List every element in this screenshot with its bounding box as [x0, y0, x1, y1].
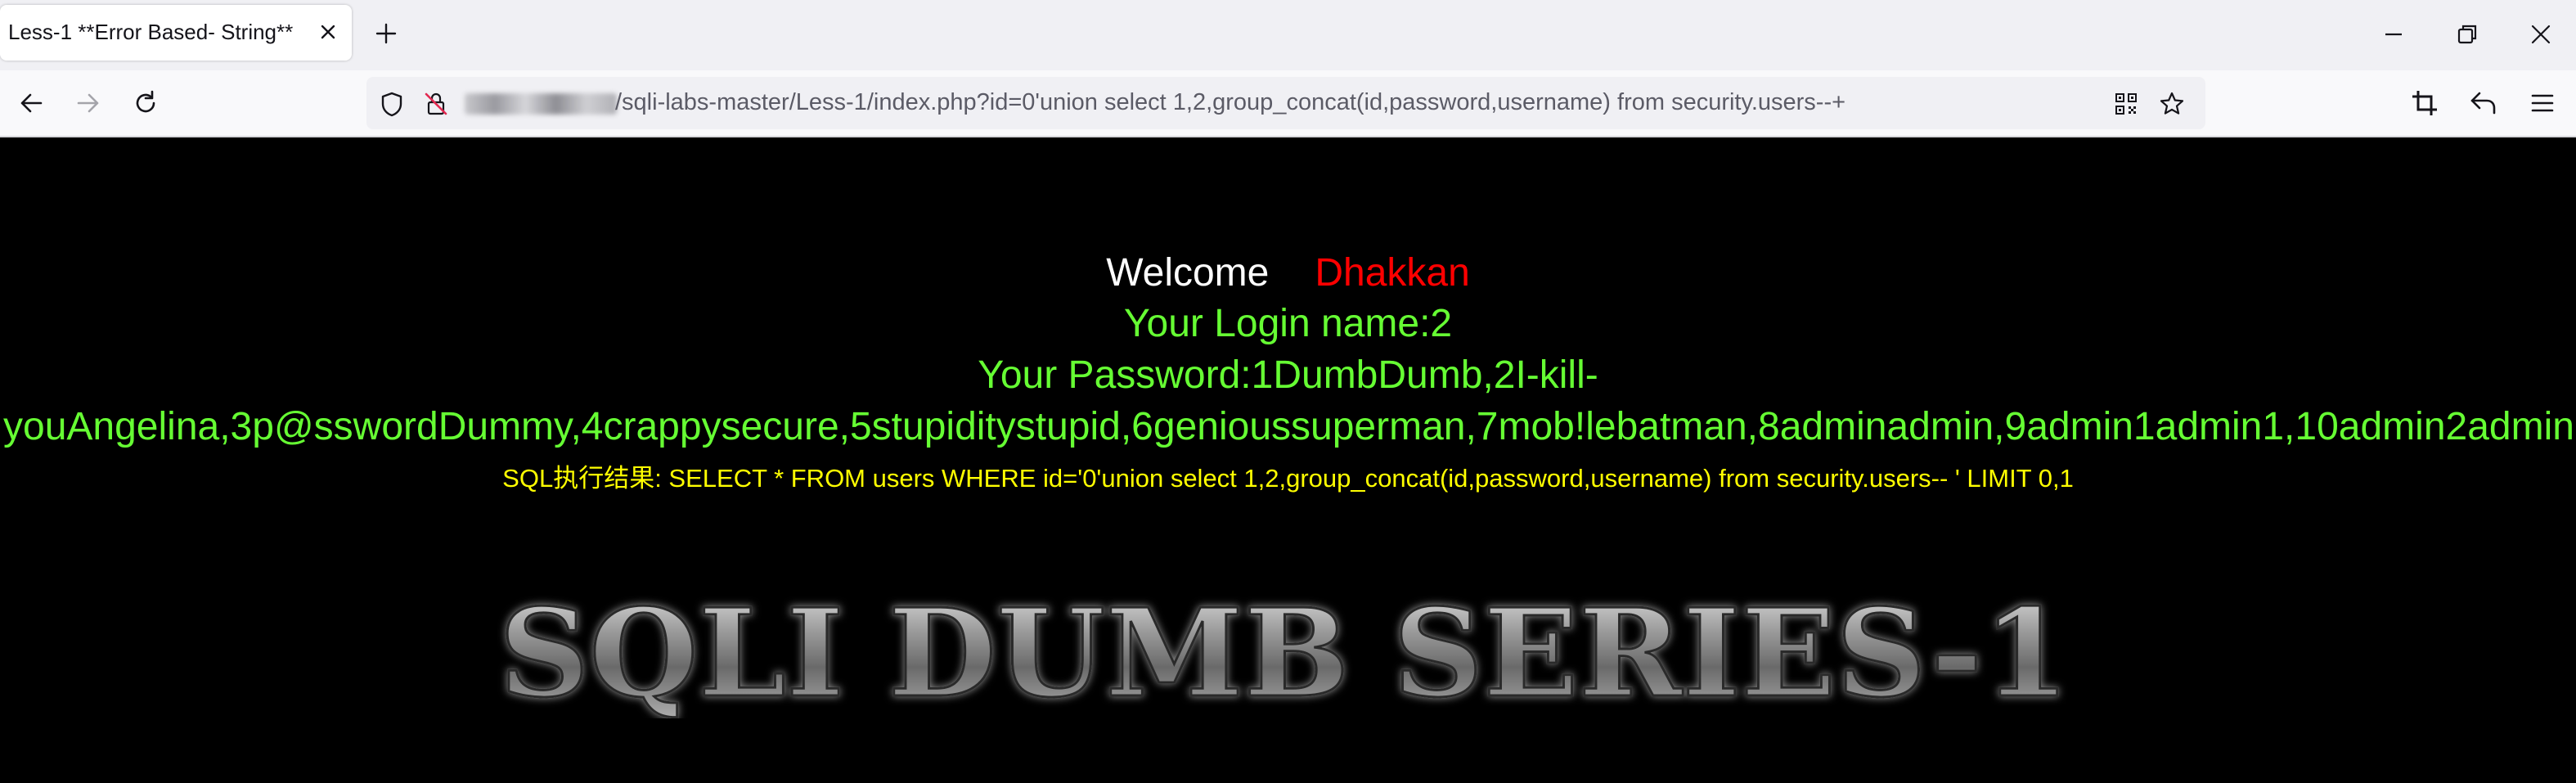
- tab-active[interactable]: Less-1 **Error Based- String**: [0, 5, 352, 61]
- close-icon[interactable]: [2526, 20, 2556, 49]
- restore-icon[interactable]: [2452, 20, 2482, 49]
- crop-icon[interactable]: [2408, 87, 2441, 119]
- back-arrow-icon[interactable]: [15, 87, 47, 119]
- forward-arrow-icon[interactable]: [72, 87, 105, 119]
- qr-code-icon[interactable]: [2112, 90, 2140, 118]
- url-text[interactable]: /sqli-labs-master/Less-1/index.php?id=0'…: [615, 89, 1845, 116]
- login-name-text: Your Login name:2: [1123, 302, 1453, 345]
- tab-strip: Less-1 **Error Based- String**: [0, 0, 2576, 70]
- sqli-dumb-series-logo: SQLI DUMB SERIES-1: [498, 587, 2071, 718]
- url-bar[interactable]: /sqli-labs-master/Less-1/index.php?id=0'…: [366, 77, 2205, 129]
- svg-text:SQLI DUMB SERIES-1: SQLI DUMB SERIES-1: [499, 587, 2070, 718]
- page-content: Welcome Dhakkan Your Login name:2 Your Pa…: [0, 137, 2576, 783]
- plus-icon[interactable]: [372, 20, 400, 47]
- navigation-bar: /sqli-labs-master/Less-1/index.php?id=0'…: [0, 70, 2576, 137]
- browser-window: Less-1 **Error Based- String** /sqli-lab…: [0, 0, 2576, 783]
- hamburger-menu-icon[interactable]: [2526, 87, 2559, 119]
- url-host-redacted: [465, 93, 617, 115]
- sql-result-text: SQL执行结果: SELECT * FROM users WHERE id='0…: [502, 464, 2074, 493]
- shield-icon[interactable]: [378, 90, 406, 118]
- insecure-lock-icon[interactable]: [422, 90, 450, 118]
- tab-title: Less-1 **Error Based- String**: [8, 20, 294, 44]
- welcome-line: Welcome Dhakkan: [0, 250, 2576, 295]
- password-text: Your Password:1DumbDumb,2I-kill-: [978, 353, 1598, 397]
- close-icon[interactable]: [314, 18, 342, 46]
- welcome-name: Dhakkan: [1315, 251, 1470, 295]
- star-icon[interactable]: [2158, 90, 2186, 118]
- minimize-icon[interactable]: [2379, 20, 2408, 49]
- undo-arrow-icon[interactable]: [2467, 87, 2500, 119]
- welcome-word: Welcome: [1106, 251, 1270, 295]
- password-continued-text: youAngelina,3p@sswordDummy,4crappysecure…: [3, 405, 2576, 448]
- reload-icon[interactable]: [129, 87, 162, 119]
